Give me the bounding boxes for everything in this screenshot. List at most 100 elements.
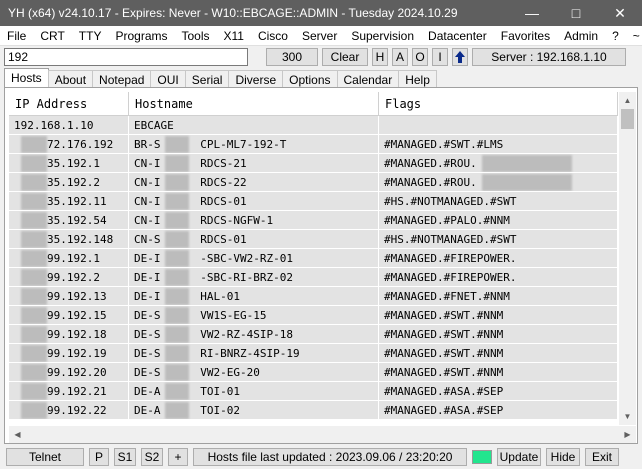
cell-hostname: EBCAGE: [129, 116, 379, 134]
tab-options[interactable]: Options: [282, 70, 338, 88]
scroll-down-icon[interactable]: ▼: [619, 408, 636, 425]
vertical-scrollbar[interactable]: ▲ ▼: [619, 92, 636, 425]
table-row[interactable]: 99.192.1 DE-I -SBC-VW2-RZ-01 #MANAGED.#FIR…: [9, 249, 618, 268]
menu-admin[interactable]: Admin: [557, 29, 605, 43]
horizontal-scrollbar[interactable]: ◀ ▶: [9, 426, 636, 443]
menu-tty[interactable]: TTY: [72, 29, 109, 43]
table-row[interactable]: 192.168.1.10 EBCAGE: [9, 116, 618, 135]
h-button[interactable]: H: [372, 48, 388, 66]
up-arrow-icon: [455, 51, 465, 63]
cell-hostname: CN-I RDCS-NGFW-1: [129, 211, 379, 229]
up-arrow-button[interactable]: [452, 48, 468, 66]
menu-datacenter[interactable]: Datacenter: [421, 29, 494, 43]
menu-tools[interactable]: Tools: [174, 29, 216, 43]
redaction-mask: [165, 193, 189, 210]
plus-button[interactable]: +: [168, 448, 188, 466]
hide-button[interactable]: Hide: [546, 448, 580, 466]
cell-hostname: DE-I HAL-01: [129, 287, 379, 305]
tab-notepad[interactable]: Notepad: [92, 70, 152, 88]
scroll-thumb[interactable]: [621, 109, 634, 129]
tab-about[interactable]: About: [47, 70, 94, 88]
header-hostname[interactable]: Hostname: [129, 92, 379, 115]
scroll-left-icon[interactable]: ◀: [9, 430, 26, 439]
clear-button[interactable]: Clear: [322, 48, 368, 66]
cell-flags: #MANAGED.#PALO.#NNM: [379, 211, 618, 229]
cell-hostname: CN-S RDCS-01: [129, 230, 379, 248]
cell-flags: #MANAGED.#ROU.: [379, 154, 618, 172]
s2-button[interactable]: S2: [141, 448, 163, 466]
menu-tilde[interactable]: ~: [626, 29, 642, 43]
menu-cisco[interactable]: Cisco: [251, 29, 295, 43]
tab-hosts[interactable]: Hosts: [4, 68, 49, 88]
table-row[interactable]: 35.192.148 CN-S RDCS-01 #HS.#NOTMANAGED.#S…: [9, 230, 618, 249]
menu-favorites[interactable]: Favorites: [494, 29, 557, 43]
menu-programs[interactable]: Programs: [108, 29, 174, 43]
table-row[interactable]: 99.192.18 DE-S VW2-RZ-4SIP-18 #MANAGED.#SW…: [9, 325, 618, 344]
tab-bar: Hosts About Notepad OUI Serial Diverse O…: [4, 68, 437, 88]
cell-flags: #HS.#NOTMANAGED.#SWT: [379, 230, 618, 248]
table-row[interactable]: 99.192.19 DE-S RI-BNRZ-4SIP-19 #MANAGED.#S…: [9, 344, 618, 363]
redaction-mask: [21, 269, 47, 286]
tab-oui[interactable]: OUI: [150, 70, 186, 88]
table-row[interactable]: 99.192.20 DE-S VW2-EG-20 #MANAGED.#SWT.#NN…: [9, 363, 618, 382]
cell-ip-address: 72.176.192: [9, 135, 129, 153]
header-ip-address[interactable]: IP Address: [9, 92, 129, 115]
redaction-mask: [165, 212, 189, 229]
telnet-button[interactable]: Telnet: [6, 448, 84, 466]
p-button[interactable]: P: [89, 448, 109, 466]
menu-crt[interactable]: CRT: [33, 29, 71, 43]
menu-help[interactable]: ?: [605, 29, 626, 43]
cell-flags: #HS.#NOTMANAGED.#SWT: [379, 192, 618, 210]
a-button[interactable]: A: [392, 48, 408, 66]
tab-help[interactable]: Help: [398, 70, 437, 88]
scroll-right-icon[interactable]: ▶: [619, 430, 636, 439]
scroll-up-icon[interactable]: ▲: [619, 92, 636, 109]
tab-serial[interactable]: Serial: [184, 70, 230, 88]
update-button[interactable]: Update: [497, 448, 541, 466]
title-bar: YH (x64) v24.10.17 - Expires: Never - W1…: [0, 0, 642, 26]
tab-diverse[interactable]: Diverse: [228, 70, 284, 88]
cell-ip-address: 99.192.19: [9, 344, 129, 362]
redaction-mask: [21, 155, 47, 172]
table-row[interactable]: 72.176.192 BR-S CPL-ML7-192-T #MANAGED.#SW…: [9, 135, 618, 154]
cell-flags: #MANAGED.#SWT.#NNM: [379, 363, 618, 381]
cell-hostname: DE-A TOI-01: [129, 382, 379, 400]
maximize-button[interactable]: □: [554, 0, 598, 26]
menu-x11[interactable]: X11: [217, 29, 251, 43]
header-flags[interactable]: Flags: [379, 92, 618, 115]
close-button[interactable]: ✕: [598, 0, 642, 26]
search-input[interactable]: 192: [4, 48, 248, 66]
table-row[interactable]: 35.192.1 CN-I RDCS-21 #MANAGED.#ROU.: [9, 154, 618, 173]
table-row[interactable]: 99.192.15 DE-S VW1S-EG-15 #MANAGED.#SWT.#N…: [9, 306, 618, 325]
table-row[interactable]: 99.192.21 DE-A TOI-01 #MANAGED.#ASA.#SEP: [9, 382, 618, 401]
minimize-button[interactable]: —: [510, 0, 554, 26]
table-row[interactable]: 99.192.2 DE-I -SBC-RI-BRZ-02 #MANAGED.#FIR…: [9, 268, 618, 287]
table-row[interactable]: 99.192.13 DE-I HAL-01 #MANAGED.#FNET.#NNM: [9, 287, 618, 306]
exit-button[interactable]: Exit: [585, 448, 619, 466]
redaction-mask: [21, 307, 47, 324]
menu-server[interactable]: Server: [295, 29, 344, 43]
o-button[interactable]: O: [412, 48, 428, 66]
count-field[interactable]: 300: [266, 48, 318, 66]
tab-calendar[interactable]: Calendar: [336, 70, 400, 88]
menu-file[interactable]: File: [0, 29, 33, 43]
cell-ip-address: 99.192.21: [9, 382, 129, 400]
redaction-mask: [165, 136, 189, 153]
table-row[interactable]: 99.192.22 DE-A TOI-02 #MANAGED.#ASA.#SEP: [9, 401, 618, 420]
redaction-mask: [165, 250, 189, 267]
server-button[interactable]: Server : 192.168.1.10: [472, 48, 626, 66]
cell-hostname: DE-I -SBC-RI-BRZ-02: [129, 268, 379, 286]
s1-button[interactable]: S1: [114, 448, 136, 466]
table-row[interactable]: 35.192.2 CN-I RDCS-22 #MANAGED.#ROU.: [9, 173, 618, 192]
window-title: YH (x64) v24.10.17 - Expires: Never - W1…: [8, 6, 458, 20]
redaction-mask: [21, 364, 47, 381]
menu-bar: File CRT TTY Programs Tools X11 Cisco Se…: [0, 26, 642, 46]
table-row[interactable]: 35.192.11 CN-I RDCS-01 #HS.#NOTMANAGED.#SW…: [9, 192, 618, 211]
redaction-mask: [21, 288, 47, 305]
cell-hostname: DE-S VW2-RZ-4SIP-18: [129, 325, 379, 343]
i-button[interactable]: I: [432, 48, 448, 66]
menu-supervision[interactable]: Supervision: [344, 29, 421, 43]
table-row[interactable]: 35.192.54 CN-I RDCS-NGFW-1 #MANAGED.#PALO.…: [9, 211, 618, 230]
redaction-mask: [21, 345, 47, 362]
hosts-panel: IP Address Hostname Flags 192.168.1.10 EB…: [4, 87, 638, 444]
